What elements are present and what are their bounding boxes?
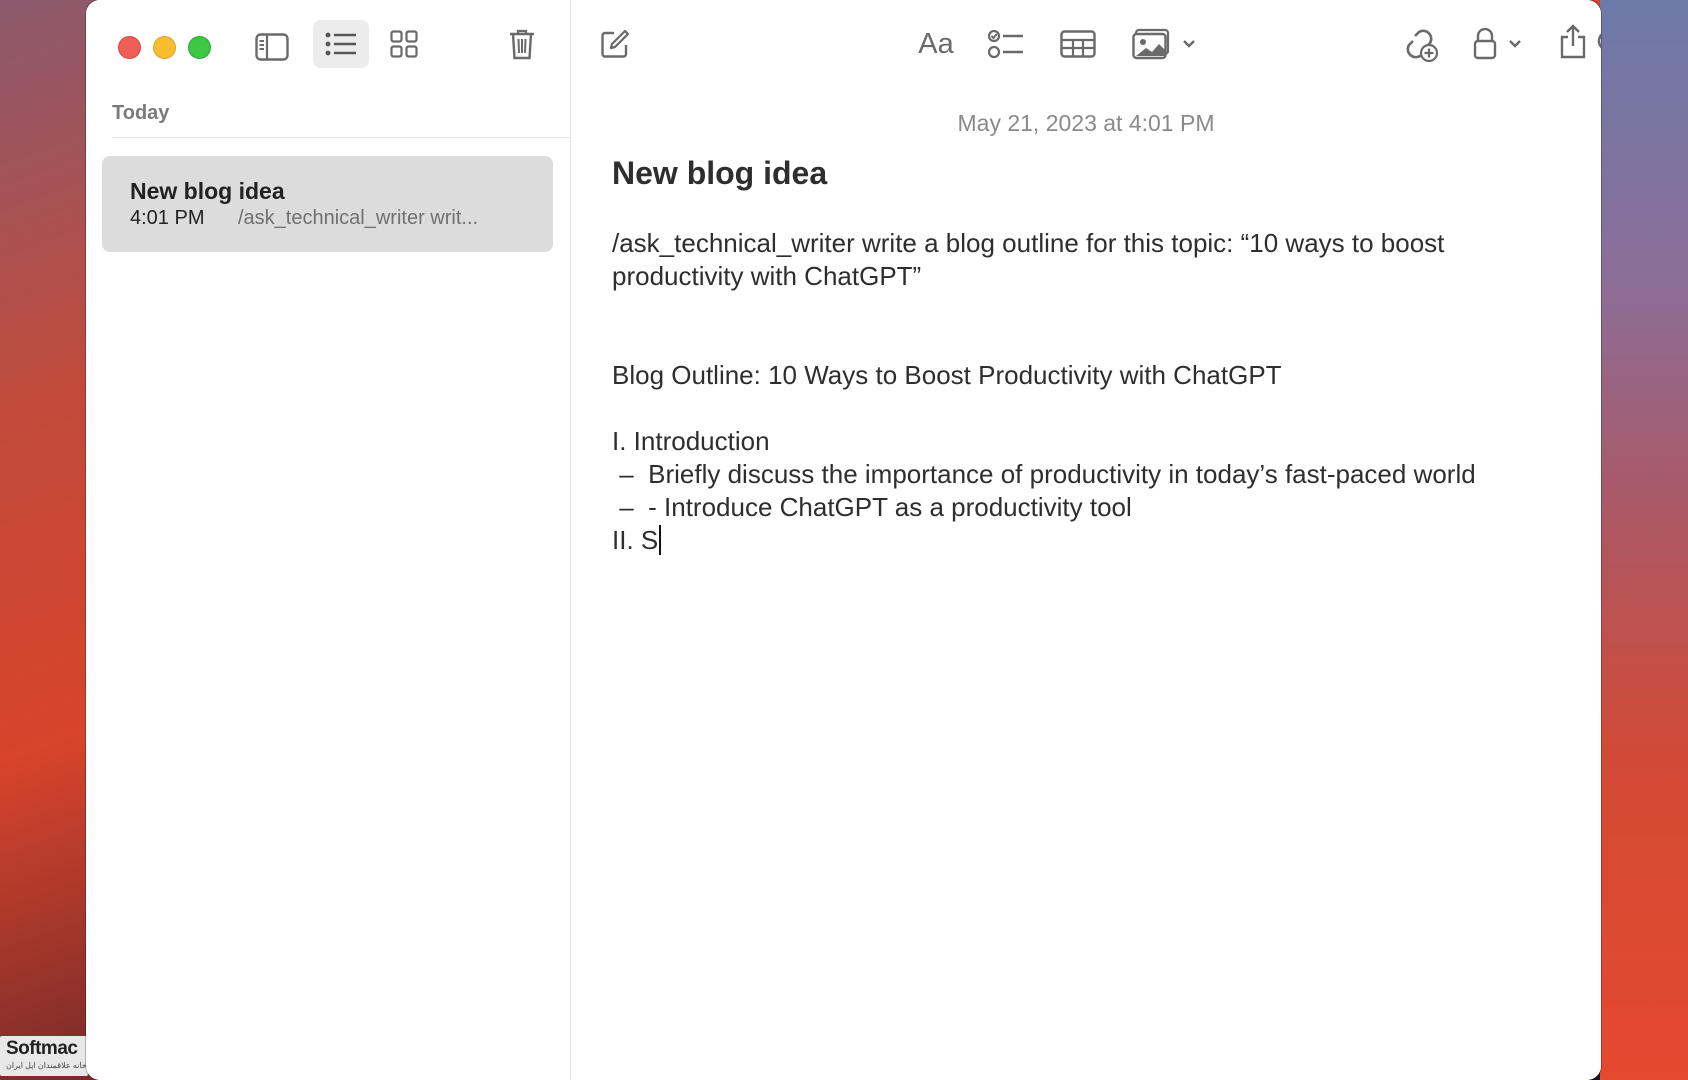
compose-icon[interactable] <box>591 22 639 66</box>
text-cursor <box>659 525 662 555</box>
checklist-icon[interactable] <box>979 22 1033 66</box>
note-body-line[interactable]: /ask_technical_writer write a blog outli… <box>612 228 1444 259</box>
note-body-line[interactable]: I. Introduction <box>612 426 770 457</box>
note-body-line[interactable]: Blog Outline: 10 Ways to Boost Productiv… <box>612 360 1282 391</box>
text-format-icon[interactable]: Aa <box>907 22 965 66</box>
watermark-brand: Softmac <box>6 1038 78 1059</box>
note-editor[interactable]: Aa May 21, 2023 at 4:01 PM New blog idea… <box>571 0 1601 1080</box>
softmac-watermark: Softmac خانه علاقمندان اپل ایران <box>0 1036 88 1076</box>
note-date: May 21, 2023 at 4:01 PM <box>957 110 1215 136</box>
note-body-line[interactable]: – - Introduce ChatGPT as a productivity … <box>612 492 1132 523</box>
zoom-window-button[interactable] <box>188 36 211 59</box>
note-body-line[interactable]: productivity with ChatGPT” <box>612 261 921 292</box>
note-list-item-title: New blog idea <box>130 178 285 204</box>
lock-icon[interactable] <box>1467 22 1529 66</box>
note-body-line-text: II. S <box>612 525 659 555</box>
notes-window: Today New blog idea 4:01 PM /ask_technic… <box>86 0 1601 1080</box>
section-header-today: Today <box>112 102 170 124</box>
search-icon[interactable] <box>1589 22 1601 66</box>
trash-icon[interactable] <box>498 22 546 66</box>
section-divider <box>112 137 570 138</box>
minimize-window-button[interactable] <box>153 36 176 59</box>
notes-sidebar: Today New blog idea 4:01 PM /ask_technic… <box>86 0 571 1080</box>
sidebar-toggle-icon[interactable] <box>246 24 298 70</box>
table-icon[interactable] <box>1051 22 1105 66</box>
note-body-current-line[interactable]: II. S <box>612 525 662 556</box>
note-body-line[interactable]: – Briefly discuss the importance of prod… <box>612 459 1475 490</box>
list-view-icon[interactable] <box>313 20 369 68</box>
note-list-item-snippet: /ask_technical_writer writ... <box>238 207 479 229</box>
collaborate-icon[interactable] <box>1391 20 1447 68</box>
watermark-subtitle: خانه علاقمندان اپل ایران <box>6 1061 87 1070</box>
gallery-view-icon[interactable] <box>380 22 428 66</box>
note-heading[interactable]: New blog idea <box>612 155 827 192</box>
close-window-button[interactable] <box>118 36 141 59</box>
media-icon[interactable] <box>1129 22 1203 66</box>
note-list-item-time: 4:01 PM <box>130 207 205 229</box>
desktop-wallpaper-right <box>1600 0 1688 1080</box>
